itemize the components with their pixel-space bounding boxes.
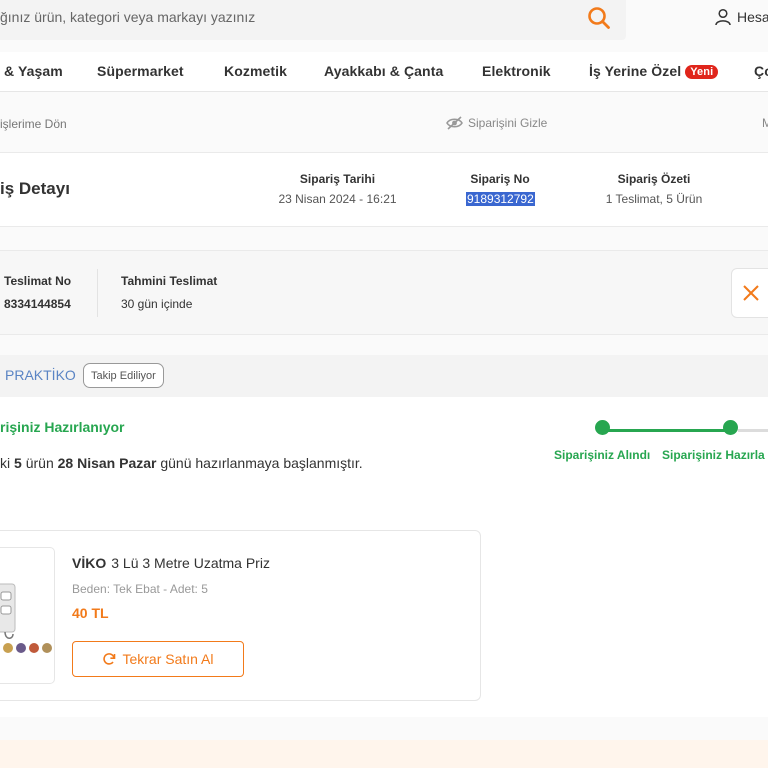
power-strip-image xyxy=(0,583,52,653)
step-dot-preparing xyxy=(723,420,738,435)
product-meta: Beden: Tek Ebat - Adet: 5 xyxy=(72,582,208,596)
status-desc-date: 28 Nisan Pazar xyxy=(57,455,157,471)
right-action-cut[interactable]: M xyxy=(762,116,768,130)
nav-item-more[interactable]: Ço xyxy=(754,63,768,79)
eye-off-icon xyxy=(446,116,463,130)
order-number: Sipariş No 9189312792 xyxy=(466,172,535,208)
order-summary-label: Sipariş Özeti xyxy=(617,172,691,186)
product-name: 3 Lü 3 Metre Uzatma Priz xyxy=(111,555,270,571)
progress-line-pending xyxy=(738,429,768,432)
rebuy-button[interactable]: Tekrar Satın Al xyxy=(72,641,244,677)
nav-item-electronics[interactable]: Elektronik xyxy=(482,63,551,79)
nav-item-business-label: İş Yerine Özel xyxy=(589,63,682,79)
progress-line xyxy=(602,429,730,432)
account-button[interactable]: Hesa xyxy=(714,6,768,28)
status-title: rişiniz Hazırlanıyor xyxy=(0,419,125,435)
divider xyxy=(97,269,98,317)
account-label: Hesa xyxy=(737,9,768,25)
status-desc-mid: ürün xyxy=(25,455,54,471)
product-image[interactable] xyxy=(0,547,55,684)
order-date: Sipariş Tarihi 23 Nisan 2024 - 16:21 xyxy=(278,172,397,206)
order-detail-page: ğınız ürün, kategori veya markayı yazını… xyxy=(0,0,768,768)
follow-status-badge[interactable]: Takip Ediliyor xyxy=(83,363,164,388)
shipment-no-value: 8334144854 xyxy=(4,297,71,311)
search-icon[interactable] xyxy=(586,5,612,31)
nav-item-home-living[interactable]: & Yaşam xyxy=(4,63,63,79)
status-description: ki 5 ürün 28 Nisan Pazar günü hazırlanma… xyxy=(0,455,363,471)
category-nav: & Yaşam Süpermarket Kozmetik Ayakkabı & … xyxy=(0,52,768,92)
product-brand: VİKO xyxy=(72,555,107,571)
cancel-shipment-button[interactable] xyxy=(731,268,768,318)
footer-band xyxy=(0,740,768,768)
product-price: 40 TL xyxy=(72,605,109,621)
status-desc-suffix: günü hazırlanmaya başlanmıştır. xyxy=(160,455,363,471)
step-label-received: Siparişiniz Alındı xyxy=(554,448,651,462)
shipment-no-label: Teslimat No xyxy=(4,274,72,288)
rebuy-label: Tekrar Satın Al xyxy=(122,651,214,667)
step-label-preparing: Siparişiniz Hazırla xyxy=(662,448,765,462)
shipment-card: Teslimat No 8334144854 Tahmini Teslimat … xyxy=(0,250,768,335)
user-icon xyxy=(715,8,731,26)
new-badge: Yeni xyxy=(685,65,719,79)
order-actions-row: işlerime Dön Siparişini Gizle M xyxy=(0,94,768,152)
order-date-value: 23 Nisan 2024 - 16:21 xyxy=(278,192,397,206)
hide-order-label: Siparişini Gizle xyxy=(468,116,548,130)
refresh-icon xyxy=(103,653,116,665)
back-to-orders-link[interactable]: işlerime Dön xyxy=(0,117,67,131)
order-summary-card: iş Detayı Sipariş Tarihi 23 Nisan 2024 -… xyxy=(0,152,768,227)
seller-name-link[interactable]: PRAKTİKO xyxy=(5,367,76,383)
step-dot-received xyxy=(595,420,610,435)
search-placeholder: ğınız ürün, kategori veya markayı yazını… xyxy=(0,9,256,25)
order-date-label: Sipariş Tarihi xyxy=(299,172,376,186)
hide-order-button[interactable]: Siparişini Gizle xyxy=(446,116,547,130)
order-summary: Sipariş Özeti 1 Teslimat, 5 Ürün xyxy=(599,172,709,206)
search-input[interactable]: ğınız ürün, kategori veya markayı yazını… xyxy=(0,0,626,40)
seller-row: PRAKTİKO Takip Ediliyor xyxy=(0,355,768,397)
nav-item-shoes-bags[interactable]: Ayakkabı & Çanta xyxy=(324,63,443,79)
eta-value: 30 gün içinde xyxy=(121,297,193,311)
close-icon xyxy=(743,285,759,301)
nav-item-cosmetics[interactable]: Kozmetik xyxy=(224,63,287,79)
nav-item-business[interactable]: İş Yerine Özel Yeni xyxy=(589,63,719,79)
eta-label: Tahmini Teslimat xyxy=(121,274,218,288)
order-number-label: Sipariş No xyxy=(470,172,530,186)
order-number-value[interactable]: 9189312792 xyxy=(466,192,535,206)
product-title[interactable]: VİKO 3 Lü 3 Metre Uzatma Priz xyxy=(72,555,270,571)
status-desc-prefix: ki xyxy=(0,455,11,471)
status-desc-count: 5 xyxy=(14,455,22,471)
page-title: iş Detayı xyxy=(0,179,70,198)
order-summary-value: 1 Teslimat, 5 Ürün xyxy=(605,192,703,206)
nav-item-supermarket[interactable]: Süpermarket xyxy=(97,63,184,79)
